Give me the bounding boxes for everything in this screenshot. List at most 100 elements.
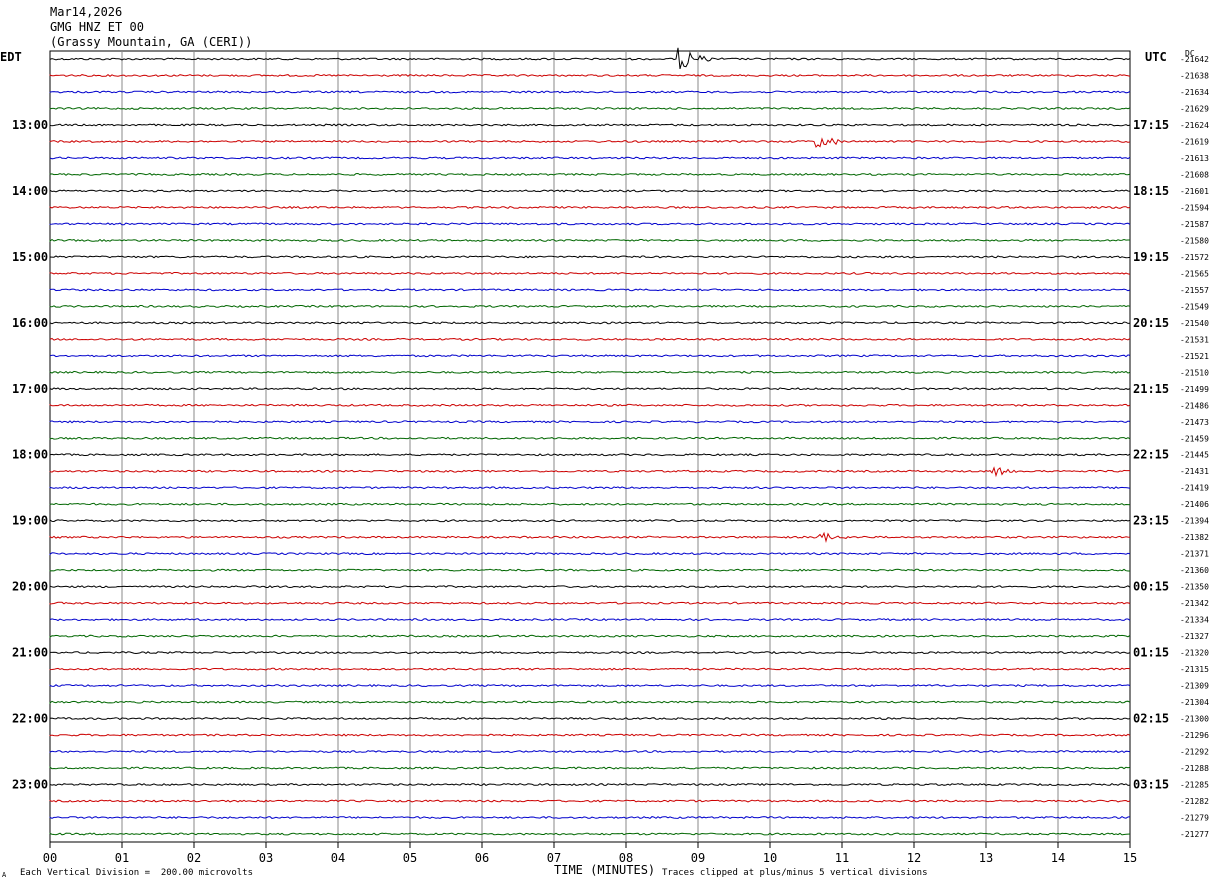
dc-offset-label: -21619 (1180, 137, 1209, 146)
dc-offset-label: -21371 (1180, 550, 1209, 559)
seismic-trace (49, 321, 1131, 325)
x-tick-label: 02 (187, 851, 201, 865)
seismic-trace (49, 172, 1131, 176)
seismic-trace (49, 73, 1131, 77)
seismic-trace (49, 123, 1131, 127)
edt-hour-label: 21:00 (12, 646, 48, 660)
dc-offset-label: -21296 (1180, 731, 1209, 740)
dc-offset-label: -21565 (1180, 269, 1209, 278)
seismic-trace (49, 222, 1131, 226)
utc-hour-label: 19:15 (1133, 250, 1169, 264)
seismic-trace (49, 733, 1131, 737)
dc-offset-label: -21288 (1180, 764, 1209, 773)
seismic-trace (49, 782, 1131, 787)
helicorder-plot: 00 01 02 03 04 05 06 07 08 09 10 11 12 13 14 15-21642-2… (12, 47, 1209, 865)
dc-offset-label: -21342 (1180, 599, 1209, 608)
dc-offset-label: -21445 (1180, 451, 1209, 460)
dc-offset-label: -21642 (1180, 55, 1209, 64)
seismic-trace (49, 354, 1131, 358)
dc-offset-label: -21629 (1180, 104, 1209, 113)
plot-frame (49, 50, 1131, 843)
x-tick-label: 12 (907, 851, 921, 865)
seismic-trace (49, 205, 1131, 209)
seismic-trace (49, 502, 1131, 506)
seismic-trace (49, 90, 1131, 94)
dc-offset-label: -21360 (1180, 566, 1209, 575)
utc-hour-label: 02:15 (1133, 712, 1169, 726)
dc-offset-label: -21624 (1180, 121, 1209, 130)
x-tick-label: 11 (835, 851, 849, 865)
dc-offset-label: -21521 (1180, 352, 1209, 361)
x-tick-label: 04 (331, 851, 345, 865)
seismic-trace (49, 700, 1131, 705)
dc-offset-label: -21638 (1180, 71, 1209, 80)
edt-hour-label: 16:00 (12, 316, 48, 330)
x-tick-label: 15 (1123, 851, 1137, 865)
edt-hour-label: 19:00 (12, 514, 48, 528)
dc-offset-label: -21486 (1180, 401, 1209, 410)
seismic-trace (49, 370, 1131, 374)
dc-offset-label: -21282 (1180, 797, 1209, 806)
dc-offset-label: -21613 (1180, 154, 1209, 163)
seismic-trace (49, 255, 1131, 259)
dc-offset-label: -21510 (1180, 368, 1209, 377)
utc-hour-label: 03:15 (1133, 778, 1169, 792)
edt-hour-label: 15:00 (12, 250, 48, 264)
seismic-trace (49, 601, 1131, 605)
seismic-trace (49, 552, 1131, 556)
edt-hour-label: 22:00 (12, 712, 48, 726)
x-tick-label: 10 (763, 851, 777, 865)
seismic-trace (49, 684, 1131, 688)
dc-offset-label: -21350 (1180, 583, 1209, 592)
seismic-trace (49, 453, 1131, 457)
dc-offset-label: -21315 (1180, 665, 1209, 674)
seismic-trace (49, 288, 1131, 292)
dc-offset-label: -21304 (1180, 698, 1209, 707)
seismic-trace (49, 815, 1131, 820)
dc-offset-label: -21300 (1180, 715, 1209, 724)
seismic-trace (49, 436, 1131, 440)
seismic-trace (49, 156, 1131, 160)
seismic-trace (49, 486, 1131, 490)
x-axis-title: TIME (MINUTES) (554, 863, 656, 877)
edt-hour-label: 18:00 (12, 448, 48, 462)
seismic-trace (49, 531, 1131, 544)
utc-hour-label: 17:15 (1133, 118, 1169, 132)
dc-offset-label: -21601 (1180, 187, 1209, 196)
seismic-trace (49, 189, 1131, 193)
utc-hour-label: 01:15 (1133, 646, 1169, 660)
dc-offset-label: -21431 (1180, 467, 1209, 476)
seismic-trace (49, 403, 1131, 407)
edt-hour-label: 14:00 (12, 184, 48, 198)
utc-hour-label: 22:15 (1133, 448, 1169, 462)
x-tick-label: 05 (403, 851, 417, 865)
dc-offset-label: -21285 (1180, 781, 1209, 790)
utc-hour-label: 00:15 (1133, 580, 1169, 594)
dc-offset-label: -21572 (1180, 253, 1209, 262)
dc-offset-label: -21634 (1180, 88, 1209, 97)
dc-offset-label: -21419 (1180, 484, 1209, 493)
dc-offset-label: -21382 (1180, 533, 1209, 542)
x-tick-label: 01 (115, 851, 129, 865)
seismic-trace (49, 717, 1131, 721)
utc-hour-label: 20:15 (1133, 316, 1169, 330)
seismic-trace (49, 137, 1131, 148)
seismic-trace (49, 651, 1131, 655)
seismic-trace (49, 766, 1131, 770)
x-tick-label: 06 (475, 851, 489, 865)
seismic-trace (49, 337, 1131, 341)
seismic-trace (49, 585, 1131, 589)
seismic-trace (49, 568, 1130, 572)
dc-offset-label: -21499 (1180, 385, 1209, 394)
x-tick-label: 03 (259, 851, 273, 865)
seismic-trace (49, 618, 1131, 622)
seismic-trace (49, 387, 1131, 391)
seismic-trace (49, 518, 1131, 523)
edt-hour-label: 17:00 (12, 382, 48, 396)
edt-hour-label: 13:00 (12, 118, 48, 132)
seismic-trace (49, 238, 1130, 243)
utc-hour-label: 23:15 (1133, 514, 1169, 528)
dc-offset-label: -21279 (1180, 814, 1209, 823)
seismic-trace (49, 634, 1131, 638)
x-tick-label: 13 (979, 851, 993, 865)
